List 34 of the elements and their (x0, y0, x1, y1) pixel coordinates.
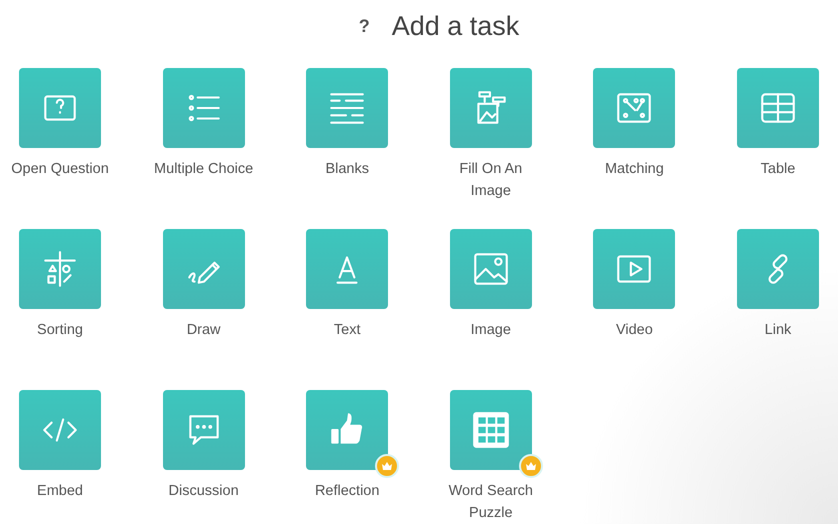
task-type-label: Multiple Choice (154, 160, 254, 179)
task-type-button[interactable] (306, 68, 388, 148)
task-type-button[interactable] (19, 229, 102, 309)
task-type-button[interactable] (19, 390, 102, 470)
task-type-button[interactable] (162, 390, 245, 470)
task-type-button[interactable] (736, 229, 819, 309)
task-type-button[interactable] (162, 229, 245, 309)
task-type-button[interactable] (306, 229, 388, 309)
task-type-button[interactable] (593, 68, 676, 148)
task-type-label: Embed (37, 482, 83, 501)
task-type-button[interactable] (19, 68, 102, 148)
task-type-label: Open Question (11, 160, 109, 179)
task-type-button[interactable] (306, 390, 388, 470)
task-type-label: Blanks (325, 160, 369, 179)
task-type-button[interactable] (736, 68, 819, 148)
task-type-label: Text (334, 321, 360, 340)
task-type-button[interactable] (450, 390, 532, 470)
task-type-label: Matching (604, 160, 664, 179)
task-type-button[interactable] (593, 229, 676, 309)
task-type-button[interactable] (450, 68, 532, 148)
dialog-title: Add a task (392, 10, 520, 42)
task-type-label: Discussion (168, 482, 239, 501)
task-type-label: Fill On An Image (458, 160, 524, 201)
task-type-label: Image (470, 321, 511, 340)
help-icon: ? (358, 16, 370, 36)
task-type-label: Draw (186, 321, 221, 340)
task-type-button[interactable] (162, 68, 245, 148)
task-type-label: Video (616, 321, 653, 340)
task-type-button[interactable] (450, 229, 532, 309)
task-type-label: Table (760, 160, 796, 179)
task-type-label: Sorting (37, 321, 83, 340)
task-type-label: Link (764, 321, 792, 340)
task-type-label: Reflection (314, 482, 380, 501)
task-type-label: Word Search Puzzle (448, 482, 534, 523)
